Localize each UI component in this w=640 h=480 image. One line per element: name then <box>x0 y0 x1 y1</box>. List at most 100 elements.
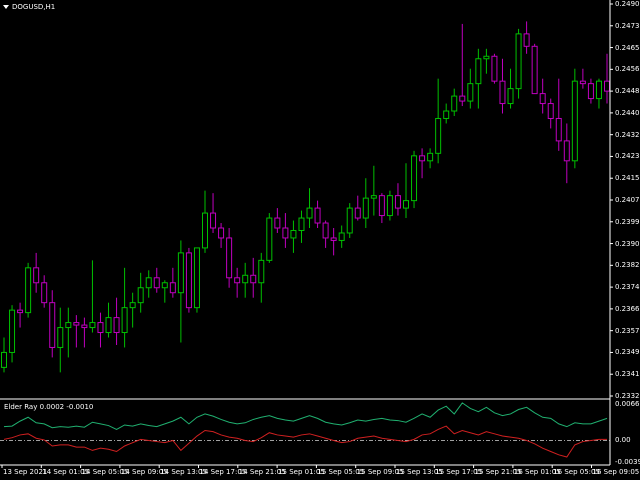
indicator-axis-label: 0.0066 <box>615 400 640 408</box>
chart-symbol-header[interactable]: DOGUSD,H1 <box>3 3 55 11</box>
indicator-values: 0.0002 -0.0010 <box>39 403 94 411</box>
candle-body <box>250 274 257 284</box>
price-candles <box>1 21 610 373</box>
candle-body <box>539 93 546 105</box>
candle-body <box>499 80 506 105</box>
candle-body <box>370 195 377 199</box>
candle-body <box>25 267 32 314</box>
candle-body <box>443 110 450 119</box>
candle-body <box>595 80 602 100</box>
candle-body <box>193 247 200 309</box>
price-label: 0.23495 <box>615 348 640 357</box>
candle-body <box>210 212 217 229</box>
candle-body <box>491 55 498 82</box>
candle-body <box>73 322 80 326</box>
candle-body <box>354 207 361 219</box>
price-label: 0.24900 <box>615 0 640 8</box>
price-label: 0.23905 <box>615 239 640 248</box>
price-label: 0.24235 <box>615 152 640 161</box>
indicator-axis-label: -0.0039 <box>615 458 640 466</box>
candle-body <box>378 195 385 217</box>
candle-body <box>403 200 409 209</box>
candle-body <box>121 307 128 334</box>
chevron-down-icon <box>3 5 9 9</box>
price-label: 0.23325 <box>615 392 640 400</box>
candle-body <box>547 103 554 119</box>
candle-body <box>137 287 144 304</box>
price-label: 0.23825 <box>615 261 640 270</box>
price-label: 0.23740 <box>615 283 640 292</box>
candle-body <box>555 117 562 142</box>
candle-body <box>161 282 168 289</box>
candle-body <box>49 302 56 348</box>
price-label: 0.24565 <box>615 65 640 74</box>
price-label: 0.23575 <box>615 326 640 335</box>
price-label: 0.23660 <box>615 304 640 313</box>
symbol-label: DOGUSD,H1 <box>12 3 56 11</box>
candle-body <box>306 207 313 219</box>
time-label: 16 Sep 09:05 <box>592 468 640 476</box>
candle-body <box>33 267 40 284</box>
candle-body <box>298 217 305 231</box>
candle-body <box>314 207 321 224</box>
candle-body <box>507 88 514 105</box>
candle-body <box>218 227 225 239</box>
candle-body <box>57 327 64 348</box>
candle-body <box>411 155 418 202</box>
candle-body <box>362 197 369 219</box>
candle-body <box>587 83 594 100</box>
candle-body <box>89 322 96 329</box>
candle-body <box>290 229 297 239</box>
price-label: 0.24650 <box>615 43 640 52</box>
candle-body <box>338 232 345 241</box>
indicator-title: Elder Ray 0.0002 -0.0010 <box>4 403 93 411</box>
candle-body <box>41 282 48 304</box>
price-label: 0.23990 <box>615 217 640 226</box>
candle-body <box>531 45 538 95</box>
candle-body <box>17 309 24 314</box>
candle-body <box>346 207 353 234</box>
candle-body <box>419 155 426 162</box>
candle-body <box>563 140 570 162</box>
indicator-name: Elder Ray <box>4 403 38 411</box>
candle-body <box>185 252 192 309</box>
candle-body <box>394 195 401 209</box>
candle-body <box>451 95 458 112</box>
candle-body <box>65 322 72 329</box>
price-label: 0.24735 <box>615 21 640 30</box>
time-label: 13 Sep 2021 <box>3 468 48 476</box>
candle-body <box>467 83 474 102</box>
candle-body <box>266 217 273 261</box>
candle-body <box>459 95 466 102</box>
candle-body <box>322 222 329 239</box>
candle-body <box>475 58 482 85</box>
candle-body <box>282 227 289 239</box>
bear-power-line <box>3 425 607 458</box>
trading-chart[interactable] <box>0 0 640 480</box>
bull-power-line <box>3 402 608 430</box>
candle-body <box>515 33 522 90</box>
price-label: 0.24070 <box>615 196 640 204</box>
candle-body <box>571 80 578 162</box>
candle-body <box>129 302 136 309</box>
candle-body <box>226 237 233 279</box>
candle-body <box>427 152 434 162</box>
candle-body <box>145 277 152 289</box>
candle-body <box>113 317 120 334</box>
candle-body <box>386 195 393 217</box>
candle-body <box>105 317 112 334</box>
candle-body <box>579 80 586 85</box>
candle-body <box>435 117 442 154</box>
candle-body <box>169 282 176 294</box>
candle-body <box>258 259 265 284</box>
candle-body <box>330 237 337 241</box>
candle-body <box>483 55 490 60</box>
candle-body <box>81 324 88 329</box>
candle-body <box>153 277 160 289</box>
candle-body <box>274 217 281 229</box>
price-label: 0.23410 <box>615 370 640 379</box>
candle-body <box>202 212 208 249</box>
candle-body <box>234 277 241 284</box>
candle-body <box>242 274 249 284</box>
price-label: 0.24155 <box>615 174 640 183</box>
